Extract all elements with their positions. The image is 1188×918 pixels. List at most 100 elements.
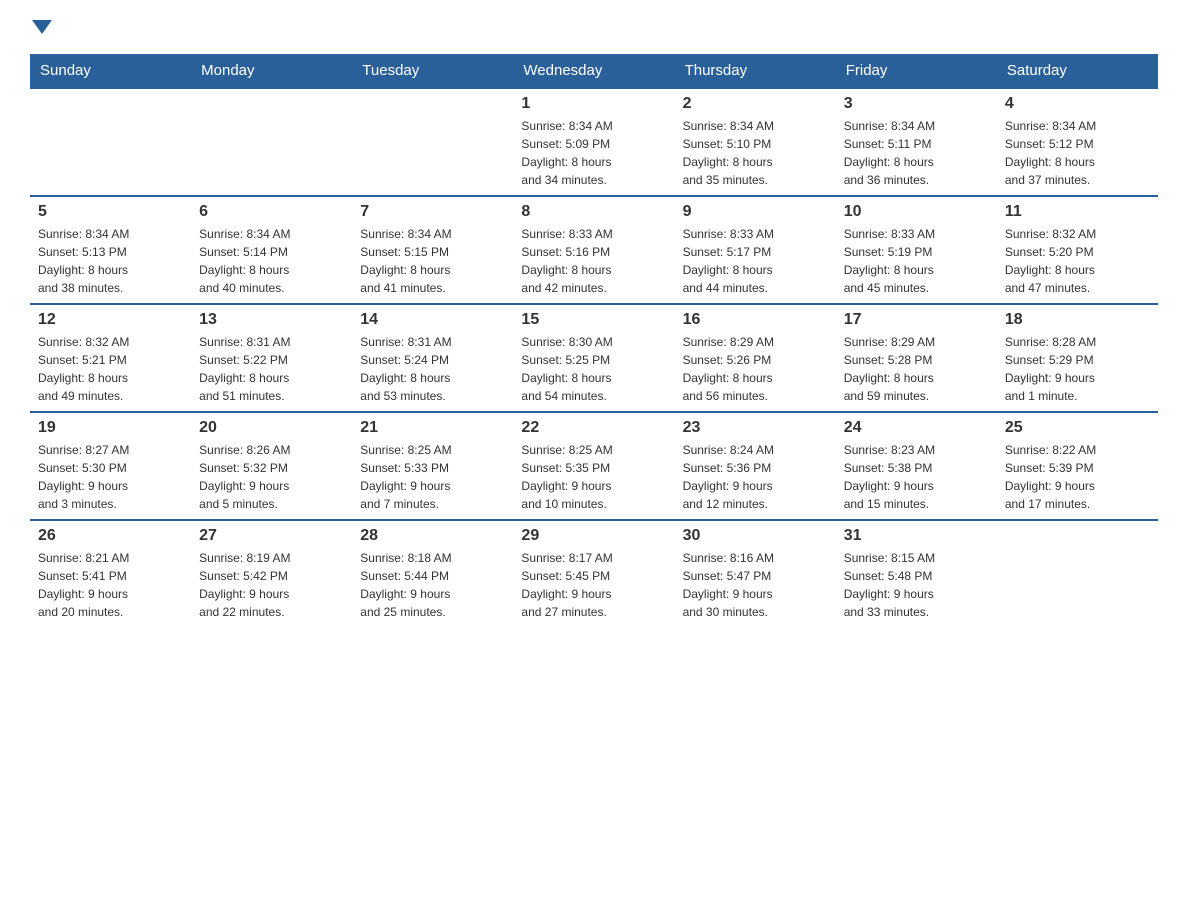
calendar-cell: 2 Sunrise: 8:34 AM Sunset: 5:10 PM Daylig…: [675, 88, 836, 196]
day-info: Sunrise: 8:18 AM Sunset: 5:44 PM Dayligh…: [360, 549, 505, 621]
day-info: Sunrise: 8:15 AM Sunset: 5:48 PM Dayligh…: [844, 549, 989, 621]
day-info: Sunrise: 8:33 AM Sunset: 5:19 PM Dayligh…: [844, 225, 989, 297]
day-number: 8: [521, 203, 666, 221]
weekday-header-monday: Monday: [191, 54, 352, 88]
day-number: 16: [683, 311, 828, 329]
day-info: Sunrise: 8:34 AM Sunset: 5:13 PM Dayligh…: [38, 225, 183, 297]
day-number: 20: [199, 419, 344, 437]
day-number: 31: [844, 527, 989, 545]
day-number: 12: [38, 311, 183, 329]
calendar-cell: [997, 520, 1158, 627]
calendar-cell: 21 Sunrise: 8:25 AM Sunset: 5:33 PM Dayli…: [352, 412, 513, 520]
day-number: 1: [521, 95, 666, 113]
day-number: 30: [683, 527, 828, 545]
day-info: Sunrise: 8:23 AM Sunset: 5:38 PM Dayligh…: [844, 441, 989, 513]
day-info: Sunrise: 8:21 AM Sunset: 5:41 PM Dayligh…: [38, 549, 183, 621]
day-number: 10: [844, 203, 989, 221]
calendar-cell: 31 Sunrise: 8:15 AM Sunset: 5:48 PM Dayli…: [836, 520, 997, 627]
calendar-table: SundayMondayTuesdayWednesdayThursdayFrid…: [30, 54, 1158, 627]
calendar-cell: 19 Sunrise: 8:27 AM Sunset: 5:30 PM Dayli…: [30, 412, 191, 520]
day-info: Sunrise: 8:34 AM Sunset: 5:11 PM Dayligh…: [844, 117, 989, 189]
day-number: 3: [844, 95, 989, 113]
day-number: 4: [1005, 95, 1150, 113]
day-number: 7: [360, 203, 505, 221]
day-info: Sunrise: 8:27 AM Sunset: 5:30 PM Dayligh…: [38, 441, 183, 513]
calendar-cell: 23 Sunrise: 8:24 AM Sunset: 5:36 PM Dayli…: [675, 412, 836, 520]
calendar-cell: 25 Sunrise: 8:22 AM Sunset: 5:39 PM Dayli…: [997, 412, 1158, 520]
week-row-2: 5Sunrise: 8:34 AM Sunset: 5:13 PM Daylig…: [30, 196, 1158, 304]
day-info: Sunrise: 8:34 AM Sunset: 5:10 PM Dayligh…: [683, 117, 828, 189]
calendar-cell: 29Sunrise: 8:17 AM Sunset: 5:45 PM Dayli…: [513, 520, 674, 627]
day-number: 29: [521, 527, 666, 545]
week-row-1: 1 Sunrise: 8:34 AM Sunset: 5:09 PM Daylig…: [30, 88, 1158, 196]
day-info: Sunrise: 8:29 AM Sunset: 5:26 PM Dayligh…: [683, 333, 828, 405]
calendar-cell: 11 Sunrise: 8:32 AM Sunset: 5:20 PM Dayli…: [997, 196, 1158, 304]
day-info: Sunrise: 8:31 AM Sunset: 5:24 PM Dayligh…: [360, 333, 505, 405]
weekday-header-friday: Friday: [836, 54, 997, 88]
calendar-cell: 15 Sunrise: 8:30 AM Sunset: 5:25 PM Dayli…: [513, 304, 674, 412]
day-info: Sunrise: 8:25 AM Sunset: 5:35 PM Dayligh…: [521, 441, 666, 513]
calendar-cell: 14 Sunrise: 8:31 AM Sunset: 5:24 PM Dayli…: [352, 304, 513, 412]
weekday-header-sunday: Sunday: [30, 54, 191, 88]
day-info: Sunrise: 8:34 AM Sunset: 5:14 PM Dayligh…: [199, 225, 344, 297]
day-number: 24: [844, 419, 989, 437]
weekday-header-saturday: Saturday: [997, 54, 1158, 88]
day-info: Sunrise: 8:19 AM Sunset: 5:42 PM Dayligh…: [199, 549, 344, 621]
calendar-cell: 8Sunrise: 8:33 AM Sunset: 5:16 PM Daylig…: [513, 196, 674, 304]
day-number: 22: [521, 419, 666, 437]
day-info: Sunrise: 8:31 AM Sunset: 5:22 PM Dayligh…: [199, 333, 344, 405]
calendar-cell: 27 Sunrise: 8:19 AM Sunset: 5:42 PM Dayli…: [191, 520, 352, 627]
calendar-cell: 24 Sunrise: 8:23 AM Sunset: 5:38 PM Dayli…: [836, 412, 997, 520]
day-number: 19: [38, 419, 183, 437]
calendar-cell: 1 Sunrise: 8:34 AM Sunset: 5:09 PM Daylig…: [513, 88, 674, 196]
calendar-cell: 26Sunrise: 8:21 AM Sunset: 5:41 PM Dayli…: [30, 520, 191, 627]
calendar-cell: 6 Sunrise: 8:34 AM Sunset: 5:14 PM Daylig…: [191, 196, 352, 304]
calendar-cell: 13Sunrise: 8:31 AM Sunset: 5:22 PM Dayli…: [191, 304, 352, 412]
calendar-cell: 18 Sunrise: 8:28 AM Sunset: 5:29 PM Dayli…: [997, 304, 1158, 412]
day-info: Sunrise: 8:25 AM Sunset: 5:33 PM Dayligh…: [360, 441, 505, 513]
day-info: Sunrise: 8:28 AM Sunset: 5:29 PM Dayligh…: [1005, 333, 1150, 405]
week-row-4: 19 Sunrise: 8:27 AM Sunset: 5:30 PM Dayli…: [30, 412, 1158, 520]
logo: [30, 20, 52, 34]
calendar-cell: [352, 88, 513, 196]
calendar-cell: 16 Sunrise: 8:29 AM Sunset: 5:26 PM Dayli…: [675, 304, 836, 412]
day-info: Sunrise: 8:32 AM Sunset: 5:20 PM Dayligh…: [1005, 225, 1150, 297]
day-number: 18: [1005, 311, 1150, 329]
calendar-cell: 9Sunrise: 8:33 AM Sunset: 5:17 PM Daylig…: [675, 196, 836, 304]
day-number: 17: [844, 311, 989, 329]
day-info: Sunrise: 8:34 AM Sunset: 5:12 PM Dayligh…: [1005, 117, 1150, 189]
calendar-cell: [191, 88, 352, 196]
calendar-cell: 3 Sunrise: 8:34 AM Sunset: 5:11 PM Daylig…: [836, 88, 997, 196]
weekday-header-thursday: Thursday: [675, 54, 836, 88]
day-info: Sunrise: 8:26 AM Sunset: 5:32 PM Dayligh…: [199, 441, 344, 513]
day-number: 6: [199, 203, 344, 221]
day-number: 23: [683, 419, 828, 437]
day-number: 14: [360, 311, 505, 329]
week-row-3: 12Sunrise: 8:32 AM Sunset: 5:21 PM Dayli…: [30, 304, 1158, 412]
calendar-cell: 22 Sunrise: 8:25 AM Sunset: 5:35 PM Dayli…: [513, 412, 674, 520]
calendar-cell: 4 Sunrise: 8:34 AM Sunset: 5:12 PM Daylig…: [997, 88, 1158, 196]
day-info: Sunrise: 8:24 AM Sunset: 5:36 PM Dayligh…: [683, 441, 828, 513]
day-number: 27: [199, 527, 344, 545]
calendar-cell: 7 Sunrise: 8:34 AM Sunset: 5:15 PM Daylig…: [352, 196, 513, 304]
day-info: Sunrise: 8:22 AM Sunset: 5:39 PM Dayligh…: [1005, 441, 1150, 513]
weekday-header-row: SundayMondayTuesdayWednesdayThursdayFrid…: [30, 54, 1158, 88]
week-row-5: 26Sunrise: 8:21 AM Sunset: 5:41 PM Dayli…: [30, 520, 1158, 627]
day-number: 11: [1005, 203, 1150, 221]
calendar-cell: 5Sunrise: 8:34 AM Sunset: 5:13 PM Daylig…: [30, 196, 191, 304]
day-number: 25: [1005, 419, 1150, 437]
day-number: 15: [521, 311, 666, 329]
page-header: [30, 20, 1158, 34]
day-info: Sunrise: 8:29 AM Sunset: 5:28 PM Dayligh…: [844, 333, 989, 405]
calendar-cell: [30, 88, 191, 196]
day-info: Sunrise: 8:16 AM Sunset: 5:47 PM Dayligh…: [683, 549, 828, 621]
day-number: 21: [360, 419, 505, 437]
day-number: 28: [360, 527, 505, 545]
day-number: 2: [683, 95, 828, 113]
day-info: Sunrise: 8:30 AM Sunset: 5:25 PM Dayligh…: [521, 333, 666, 405]
day-info: Sunrise: 8:34 AM Sunset: 5:09 PM Dayligh…: [521, 117, 666, 189]
calendar-cell: 10 Sunrise: 8:33 AM Sunset: 5:19 PM Dayli…: [836, 196, 997, 304]
day-info: Sunrise: 8:33 AM Sunset: 5:17 PM Dayligh…: [683, 225, 828, 297]
day-info: Sunrise: 8:34 AM Sunset: 5:15 PM Dayligh…: [360, 225, 505, 297]
weekday-header-tuesday: Tuesday: [352, 54, 513, 88]
